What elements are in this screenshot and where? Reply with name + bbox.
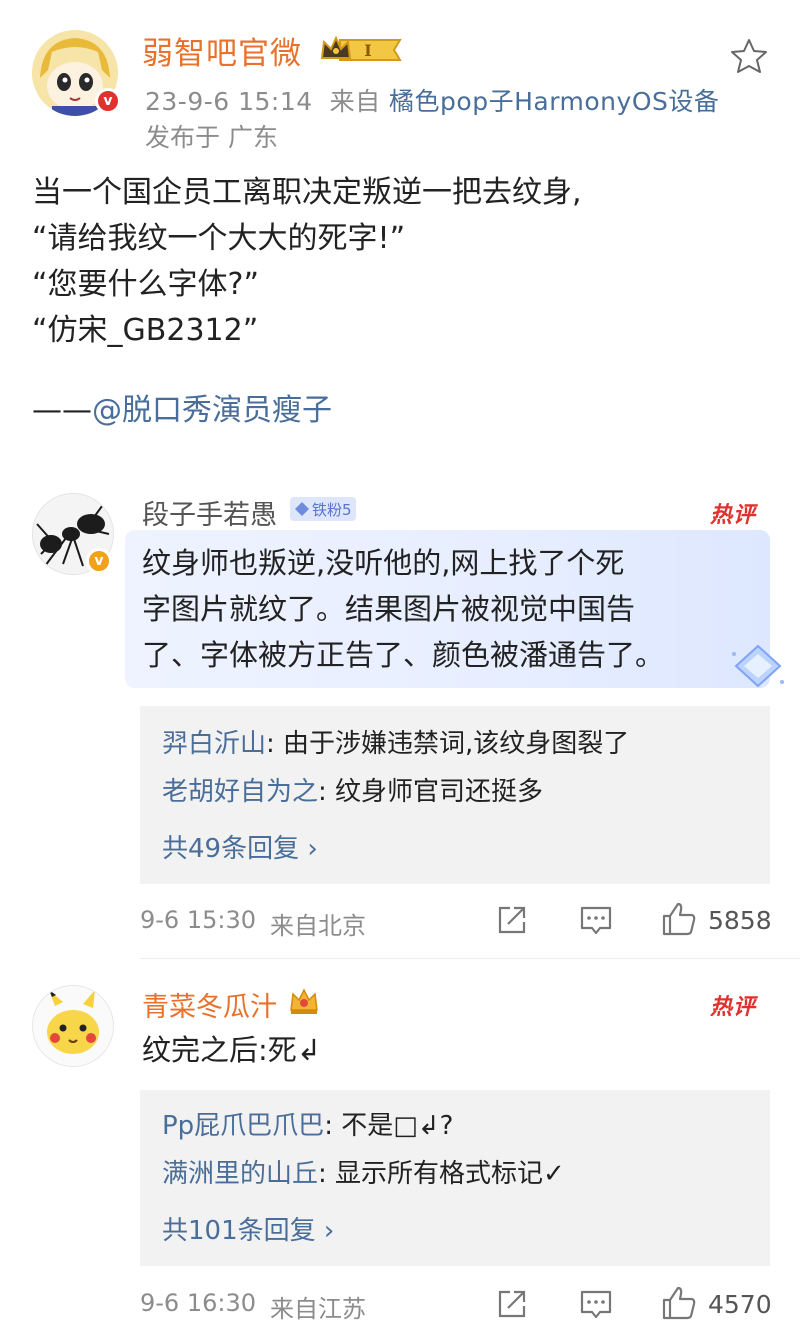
reply-item[interactable]: Pp屁爪巴爪巴: 不是□↲? (162, 1102, 453, 1150)
post-credit: ——@脱口秀演员瘦子 (32, 388, 332, 434)
hot-comment-badge: 热评 (710, 995, 757, 1020)
post-line-2: “请给我纹一个大大的死字!” (32, 221, 406, 256)
like-count: 4570 (708, 1290, 772, 1319)
comment-time: 9-6 16:30 (140, 1289, 256, 1317)
comment-author[interactable]: 青菜冬瓜汁 (142, 985, 277, 1024)
reply-item[interactable]: 羿白沂山: 由于涉嫌违禁词,该纹身图裂了 (162, 720, 629, 768)
more-replies-link[interactable]: 共49条回复 › (162, 828, 318, 865)
comment-location: 来自北京 (270, 912, 366, 940)
share-button[interactable] (494, 1286, 530, 1326)
vip-crown-icon (288, 986, 320, 1020)
author-name[interactable]: 弱智吧官微 (142, 28, 302, 73)
diamond-decoration-icon (730, 642, 786, 696)
reply-author[interactable]: 满洲里的山丘 (162, 1159, 318, 1189)
thumbs-up-icon (662, 1286, 696, 1320)
reply-text: : 由于涉嫌违禁词,该纹身图裂了 (266, 729, 630, 759)
verified-icon: v (86, 548, 112, 574)
share-icon (498, 1290, 526, 1318)
post-meta: 23-9-6 15:14 来自 橘色pop子HarmonyOS设备 (145, 82, 719, 118)
more-replies-link[interactable]: 共101条回复 › (162, 1210, 334, 1247)
comment-divider (140, 958, 800, 959)
reply-item[interactable]: 老胡好自为之: 纹身师官司还挺多 (162, 768, 543, 816)
post-time: 23-9-6 15:14 (145, 87, 313, 116)
verified-icon: v (95, 88, 121, 114)
member-level-badge[interactable]: I (318, 34, 404, 70)
comment-button[interactable] (578, 1286, 614, 1326)
comment-time: 9-6 15:30 (140, 906, 256, 934)
comment-icon (580, 1290, 612, 1319)
reply-author[interactable]: 老胡好自为之 (162, 777, 318, 807)
credit-dash: —— (32, 393, 92, 428)
comment-location: 来自江苏 (270, 1295, 366, 1323)
diamond-icon (295, 502, 309, 516)
share-icon (498, 906, 526, 934)
post-line-4: “仿宋_GB2312” (32, 313, 259, 348)
reply-text: : 不是□↲? (324, 1111, 454, 1141)
source-prefix: 来自 (329, 87, 381, 116)
comment-icon (580, 906, 612, 935)
post-line-3: “您要什么字体?” (32, 267, 260, 302)
comment-button[interactable] (578, 902, 614, 942)
reply-author[interactable]: Pp屁爪巴爪巴 (162, 1111, 324, 1141)
fan-badge: 铁粉5 (290, 497, 356, 521)
reply-author[interactable]: 羿白沂山 (162, 729, 266, 759)
hot-comment-badge: 热评 (710, 503, 757, 528)
reply-item[interactable]: 满洲里的山丘: 显示所有格式标记✓ (162, 1150, 565, 1198)
comment-author[interactable]: 段子手若愚 (142, 493, 277, 532)
post-source[interactable]: 橘色pop子HarmonyOS设备 (389, 87, 719, 116)
like-count: 5858 (708, 906, 772, 935)
svg-text:I: I (364, 41, 371, 60)
share-button[interactable] (494, 902, 530, 942)
comment-text-line: 纹完之后:死↲ (142, 1033, 322, 1067)
like-button[interactable] (660, 1284, 698, 1326)
star-outline-icon (731, 39, 767, 73)
reply-text: : 纹身师官司还挺多 (318, 777, 544, 807)
like-button[interactable] (660, 900, 698, 942)
comment-text-line: 字图片就纹了。结果图片被视觉中国告 (142, 592, 636, 626)
credit-mention-link[interactable]: @脱口秀演员瘦子 (92, 393, 332, 428)
reply-text: : 显示所有格式标记✓ (318, 1159, 565, 1189)
comment-text-line: 了、字体被方正告了、颜色被潘通告了。 (142, 638, 665, 672)
post-line-1: 当一个国企员工离职决定叛逆一把去纹身, (32, 175, 582, 210)
comment-text-line: 纹身师也叛逆,没听他的,网上找了个死 (142, 546, 625, 580)
post-location: 发布于 广东 (145, 123, 278, 152)
thumbs-up-icon (662, 902, 696, 936)
comment-avatar[interactable] (32, 985, 114, 1067)
favorite-button[interactable] (730, 38, 768, 78)
